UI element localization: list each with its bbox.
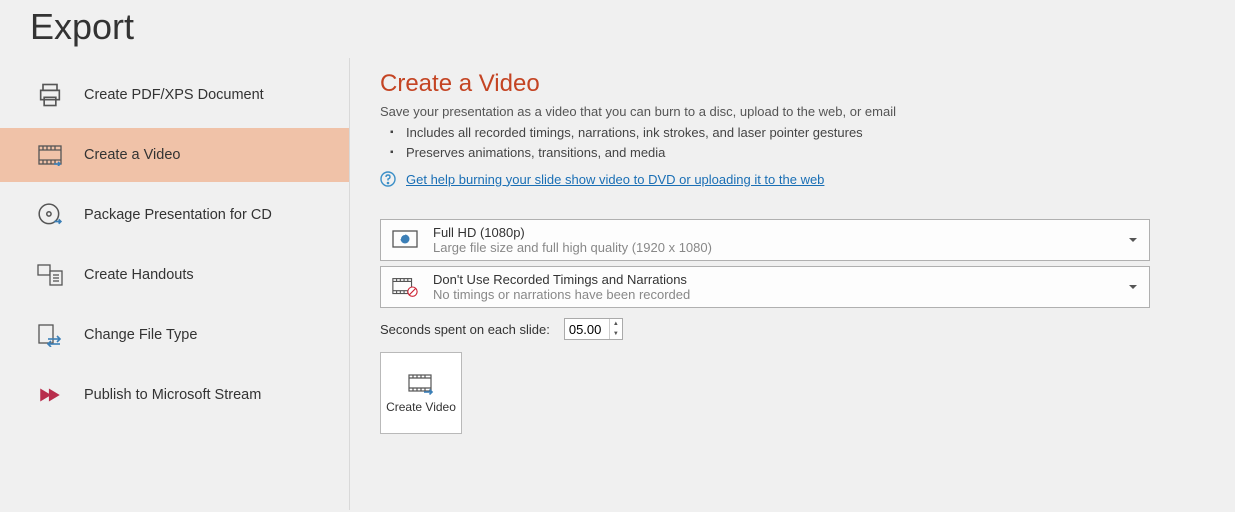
disc-icon xyxy=(36,201,64,229)
main-description: Save your presentation as a video that y… xyxy=(380,104,1205,119)
spinner-buttons: ▲ ▼ xyxy=(609,319,622,339)
sidebar-item-create-video[interactable]: Create a Video xyxy=(0,128,350,182)
sidebar-item-label: Create Handouts xyxy=(84,267,194,283)
quality-title: Full HD (1080p) xyxy=(433,225,1139,240)
quality-subtitle: Large file size and full high quality (1… xyxy=(433,240,1139,255)
dropdown-text: Don't Use Recorded Timings and Narration… xyxy=(433,272,1139,302)
feature-bullets: Includes all recorded timings, narration… xyxy=(380,123,1205,163)
seconds-label: Seconds spent on each slide: xyxy=(380,322,550,337)
film-arrow-icon xyxy=(406,373,436,395)
change-file-type-icon xyxy=(36,321,64,349)
sidebar-item-label: Publish to Microsoft Stream xyxy=(84,387,261,403)
sidebar-item-label: Package Presentation for CD xyxy=(84,207,272,223)
bullet-item: Preserves animations, transitions, and m… xyxy=(380,143,1205,163)
stream-icon xyxy=(36,381,64,409)
help-icon xyxy=(380,171,396,187)
film-icon xyxy=(36,141,64,169)
monitor-icon xyxy=(391,229,419,251)
sidebar-item-change-file-type[interactable]: Change File Type xyxy=(0,308,350,362)
sidebar-item-publish-stream[interactable]: Publish to Microsoft Stream xyxy=(0,368,350,422)
timings-dropdown[interactable]: Don't Use Recorded Timings and Narration… xyxy=(380,266,1150,308)
spinner-down[interactable]: ▼ xyxy=(610,329,622,339)
handouts-icon xyxy=(36,261,64,289)
sidebar-item-label: Change File Type xyxy=(84,327,197,343)
export-container: Create PDF/XPS Document Create a Video xyxy=(0,58,1235,510)
page-title: Export xyxy=(0,0,1235,58)
video-quality-dropdown[interactable]: Full HD (1080p) Large file size and full… xyxy=(380,219,1150,261)
timings-title: Don't Use Recorded Timings and Narration… xyxy=(433,272,1139,287)
create-video-button-label: Create Video xyxy=(386,401,456,414)
bullet-item: Includes all recorded timings, narration… xyxy=(380,123,1205,143)
chevron-down-icon xyxy=(1129,285,1137,289)
sidebar-item-create-handouts[interactable]: Create Handouts xyxy=(0,248,350,302)
chevron-down-icon xyxy=(1129,238,1137,242)
timings-subtitle: No timings or narrations have been recor… xyxy=(433,287,1139,302)
sidebar-item-label: Create PDF/XPS Document xyxy=(84,87,264,103)
main-heading: Create a Video xyxy=(380,70,1205,98)
help-row: Get help burning your slide show video t… xyxy=(380,171,1205,187)
film-no-icon xyxy=(391,276,419,298)
seconds-row: Seconds spent on each slide: ▲ ▼ xyxy=(380,318,1205,340)
create-video-button[interactable]: Create Video xyxy=(380,352,462,434)
printer-icon xyxy=(36,81,64,109)
sidebar-item-package-cd[interactable]: Package Presentation for CD xyxy=(0,188,350,242)
dropdown-text: Full HD (1080p) Large file size and full… xyxy=(433,225,1139,255)
sidebar-item-label: Create a Video xyxy=(84,147,180,163)
export-sidebar: Create PDF/XPS Document Create a Video xyxy=(0,58,350,510)
spinner-up[interactable]: ▲ xyxy=(610,319,622,329)
seconds-spinner[interactable]: ▲ ▼ xyxy=(564,318,623,340)
sidebar-item-create-pdf-xps[interactable]: Create PDF/XPS Document xyxy=(0,68,350,122)
main-panel: Create a Video Save your presentation as… xyxy=(350,58,1235,510)
help-link[interactable]: Get help burning your slide show video t… xyxy=(406,172,824,187)
seconds-input[interactable] xyxy=(565,319,609,339)
